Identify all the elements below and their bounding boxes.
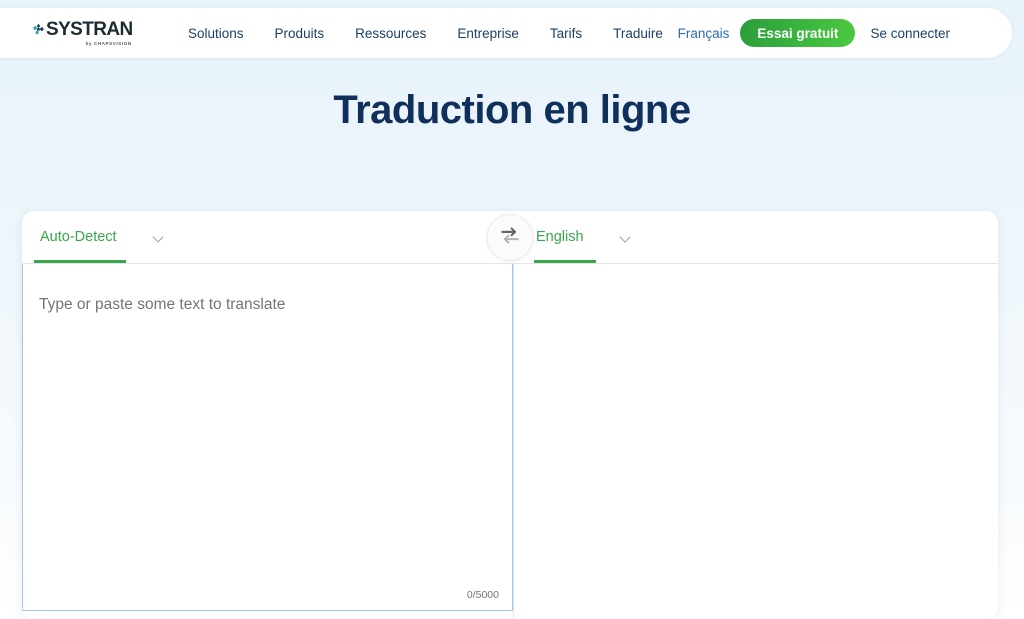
logo-wordmark: SYSTRAN [46,20,133,39]
target-text-pane[interactable] [513,264,998,619]
source-language-dropdown[interactable]: Auto-Detect [40,211,164,264]
source-language-section: Auto-Detect [22,211,510,263]
site-header: SYSTRAN by CHAPSVISION Solutions Produit… [0,8,1012,58]
target-language-dropdown[interactable]: English [536,211,631,264]
character-counter: 0/5000 [467,589,499,601]
nav-item-ressources[interactable]: Ressources [355,26,426,41]
language-switcher-link[interactable]: Français [678,26,730,41]
swap-arrows-icon [499,224,522,252]
page-title: Traduction en ligne [0,88,1024,133]
free-trial-button[interactable]: Essai gratuit [740,19,855,47]
target-language-label: English [536,229,584,245]
language-selection-bar: Auto-Detect English [22,211,998,264]
chevron-down-icon [620,232,631,243]
nav-item-traduire[interactable]: Traduire [613,26,663,41]
main-navigation: Solutions Produits Ressources Entreprise… [188,8,663,58]
source-text-pane[interactable]: Type or paste some text to translate 0/5… [22,264,513,611]
header-actions: Français Essai gratuit Se connecter [678,8,950,58]
source-language-active-underline [34,260,126,263]
nav-item-solutions[interactable]: Solutions [188,26,244,41]
nav-item-entreprise[interactable]: Entreprise [457,26,519,41]
swap-languages-button[interactable] [487,214,534,261]
source-language-label: Auto-Detect [40,229,117,245]
source-text-placeholder[interactable]: Type or paste some text to translate [39,296,285,314]
login-link[interactable]: Se connecter [870,26,950,41]
logo-tagline: by CHAPSVISION [86,42,132,47]
nav-item-tarifs[interactable]: Tarifs [550,26,582,41]
target-language-active-underline [534,260,596,263]
systran-logo[interactable]: SYSTRAN by CHAPSVISION [32,20,133,47]
translator-card: Auto-Detect English [22,211,998,619]
target-language-section: English [510,211,998,263]
chevron-down-icon [153,232,164,243]
translation-panes: Type or paste some text to translate 0/5… [22,264,998,619]
nav-item-produits[interactable]: Produits [275,26,325,41]
systran-logo-mark-icon [32,23,45,36]
logo-row: SYSTRAN [32,20,133,39]
